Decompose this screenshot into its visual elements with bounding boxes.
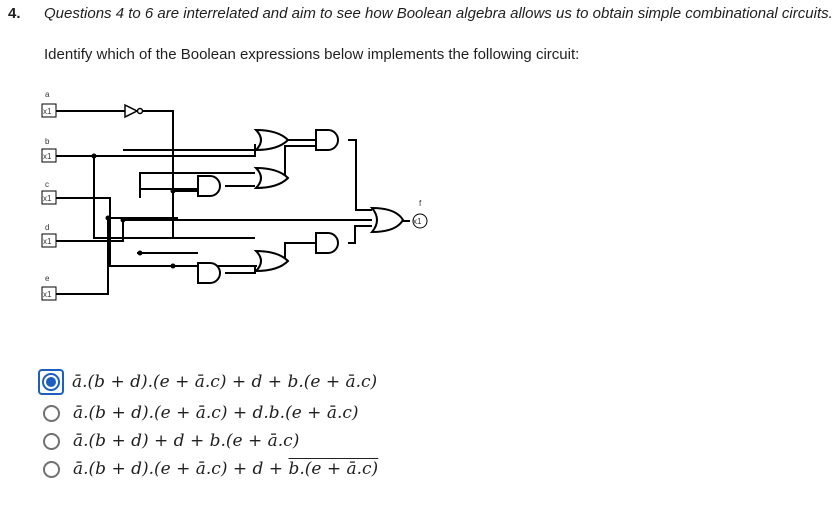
option-1[interactable]: ā.(b + d).(e + ā.c) + d + b.(e + ā.c): [38, 369, 378, 395]
or-gate-3: [369, 206, 405, 234]
or-gate-2: [253, 166, 290, 190]
option-3[interactable]: ā.(b + d) + d + b.(e + ā.c): [38, 431, 378, 451]
option-3-radio[interactable]: [43, 432, 60, 450]
option-2-radio[interactable]: [43, 404, 60, 422]
option-4-radio[interactable]: [43, 460, 60, 478]
input-label-e: e: [45, 274, 50, 283]
and-gate-4: [197, 262, 221, 284]
input-box-c: x1: [43, 194, 52, 203]
not-gate: [124, 103, 144, 119]
option-1-radio[interactable]: [38, 369, 64, 395]
input-box-e: x1: [43, 290, 52, 299]
or-gate-4: [253, 249, 290, 273]
input-label-c: c: [45, 180, 49, 189]
option-4-label: ā.(b + d).(e + ā.c) + d + b.(e + ā.c): [73, 459, 378, 479]
and-gate-2: [197, 175, 221, 197]
option-4[interactable]: ā.(b + d).(e + ā.c) + d + b.(e + ā.c): [38, 459, 378, 479]
input-box-d: x1: [43, 237, 52, 246]
input-c: c x1: [41, 180, 57, 205]
input-label-a: a: [45, 90, 50, 99]
option-4-prefix: ā.(b + d).(e + ā.c) + d +: [73, 459, 289, 479]
question-intro: Questions 4 to 6 are interrelated and ai…: [44, 5, 833, 22]
input-label-b: b: [45, 137, 50, 146]
input-a: a x1: [41, 90, 57, 118]
answer-options: ā.(b + d).(e + ā.c) + d + b.(e + ā.c) ā.…: [38, 369, 378, 487]
question-number: 4.: [8, 5, 21, 22]
input-d: d x1: [41, 223, 57, 248]
output-label-f: f: [419, 199, 422, 208]
circuit-diagram: a x1 b x1 c x1 d x1 e x1 f x1: [41, 90, 428, 301]
output-box-f: x1: [413, 217, 422, 226]
option-4-overlined: b.(e + ā.c): [288, 459, 379, 479]
junction-dots: [91, 153, 176, 269]
or-gate-1: [253, 128, 290, 152]
and-gate-3: [315, 232, 339, 254]
input-b: b x1: [41, 137, 57, 163]
output-f: f x1: [412, 199, 428, 229]
option-2[interactable]: ā.(b + d).(e + ā.c) + d.b.(e + ā.c): [38, 403, 378, 423]
question-prompt: Identify which of the Boolean expression…: [44, 46, 580, 63]
and-gate-1: [315, 129, 339, 151]
input-e: e x1: [41, 274, 57, 301]
input-label-d: d: [45, 223, 49, 232]
input-boxes: a x1 b x1 c x1 d x1 e x1: [41, 90, 57, 301]
option-2-label: ā.(b + d).(e + ā.c) + d.b.(e + ā.c): [73, 403, 359, 423]
option-3-label: ā.(b + d) + d + b.(e + ā.c): [73, 431, 300, 451]
input-box-a: x1: [43, 107, 52, 116]
option-1-label: ā.(b + d).(e + ā.c) + d + b.(e + ā.c): [72, 372, 378, 392]
input-box-b: x1: [43, 152, 52, 161]
